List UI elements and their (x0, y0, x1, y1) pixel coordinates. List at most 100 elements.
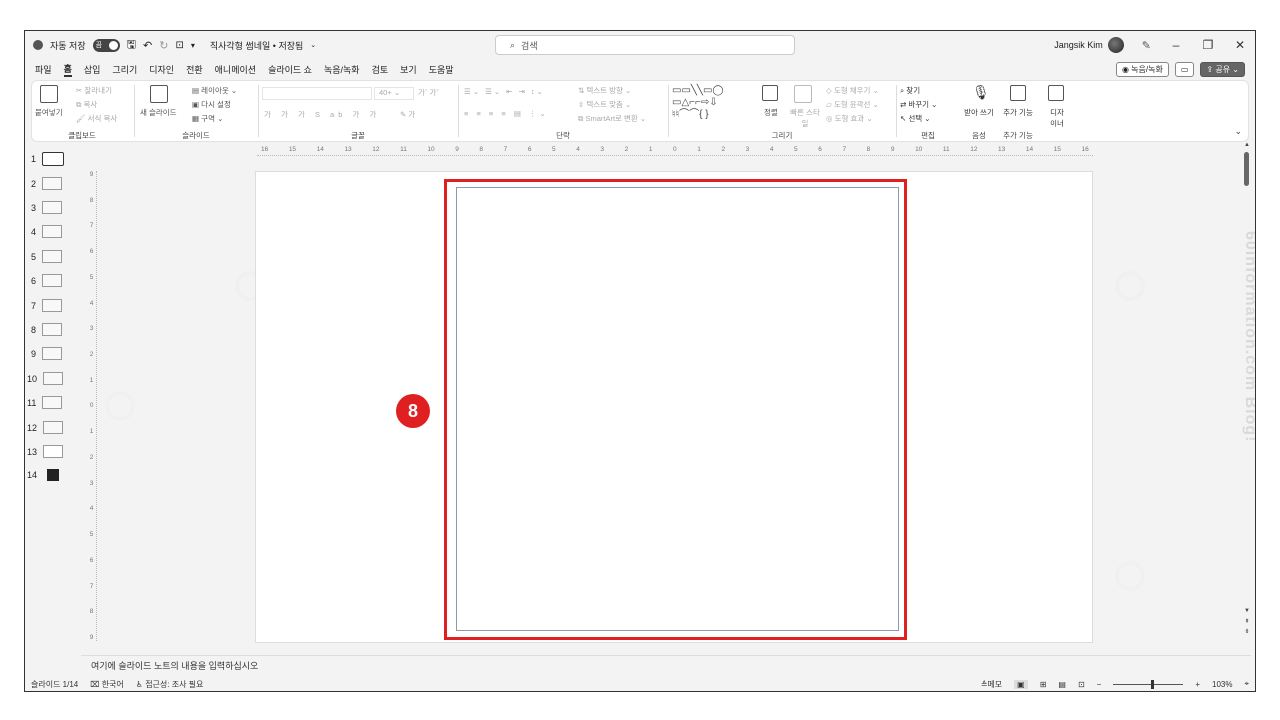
addins-icon[interactable] (1010, 85, 1026, 103)
notes-pane[interactable]: 여기에 슬라이드 노트의 내용을 입력하십시오 (81, 655, 1251, 675)
slide-thumbnail[interactable]: 11 (27, 396, 63, 409)
text-direction-button[interactable]: ⇅ 텍스트 방향 ⌄ (578, 85, 631, 96)
tab-insert[interactable]: 삽입 (84, 63, 101, 76)
reading-view-icon[interactable]: ▤ (1058, 680, 1066, 689)
slide-thumbnail[interactable]: 1 (31, 152, 65, 166)
reset-button[interactable]: ▣ 다시 설정 (192, 99, 231, 110)
slide-thumbnail[interactable]: 8 (31, 323, 63, 336)
font-format-icons[interactable]: 가 가 가 S ab 가 가 (264, 109, 380, 120)
slide-thumbnail[interactable]: 13 (27, 445, 64, 458)
microphone-icon[interactable]: 🎙 (972, 84, 990, 101)
addins-button[interactable]: 추가 기능 (1002, 107, 1034, 118)
font-size-box[interactable]: 40+ ⌄ (374, 87, 414, 100)
cut-button[interactable]: ✂ 잘라내기 (76, 85, 112, 96)
tab-record[interactable]: 녹음/녹화 (324, 63, 360, 76)
format-painter-button[interactable]: 🖌 서식 복사 (76, 113, 117, 124)
layout-button[interactable]: ▤ 레이아웃 ⌄ (192, 85, 237, 96)
next-slide-icon[interactable]: ⇟ (1243, 628, 1251, 635)
slide-thumbnail[interactable]: 14 (27, 469, 60, 481)
avatar[interactable] (1107, 37, 1124, 53)
share-button[interactable]: ⇪ 공유 ⌄ (1200, 62, 1245, 77)
shape-outline-button[interactable]: ▱ 도형 윤곽선 ⌄ (826, 99, 879, 110)
search-input[interactable]: ⌕ 검색 (495, 35, 795, 55)
tab-transitions[interactable]: 전환 (186, 63, 203, 76)
slide-thumbnail[interactable]: 2 (31, 177, 63, 190)
tab-view[interactable]: 보기 (400, 63, 417, 76)
minimize-button[interactable]: – (1169, 38, 1183, 52)
shape-fill-button[interactable]: ◇ 도형 채우기 ⌄ (826, 85, 879, 96)
quick-styles-button[interactable]: 빠른 스타일 (788, 107, 822, 129)
tab-design[interactable]: 디자인 (149, 63, 174, 76)
zoom-in-icon[interactable]: + (1195, 680, 1200, 689)
tab-slideshow[interactable]: 슬라이드 쇼 (268, 63, 312, 76)
slide-sorter-icon[interactable]: ⊞ (1040, 680, 1047, 689)
arrange-button[interactable]: 정렬 (764, 107, 778, 118)
normal-view-icon[interactable]: ▣ (1014, 679, 1028, 689)
quick-styles-icon[interactable] (794, 85, 812, 105)
comments-button[interactable]: ▭ (1174, 62, 1195, 77)
font-name-box[interactable] (262, 87, 372, 100)
accessibility-indicator[interactable]: ♿ 접근성: 조사 필요 (136, 679, 204, 690)
slide-thumbnail[interactable]: 9 (31, 347, 63, 360)
zoom-out-icon[interactable]: − (1097, 680, 1102, 689)
slide-thumbnail[interactable]: 12 (27, 421, 64, 434)
dictate-button[interactable]: 받아 쓰기 (964, 107, 994, 118)
restore-button[interactable]: ❐ (1201, 38, 1215, 52)
shape-effects-button[interactable]: ◎ 도형 효과 ⌄ (826, 113, 873, 124)
user-name[interactable]: Jangsik Kim (1054, 40, 1103, 50)
select-button[interactable]: ↖ 선택 ⌄ (900, 113, 931, 124)
font-grow-icon[interactable]: 가ˆ 가ˇ (418, 87, 439, 98)
record-button[interactable]: ◉ 녹음/녹화 (1115, 62, 1169, 77)
language-indicator[interactable]: ⌧ 한국어 (90, 679, 124, 690)
prev-slide-icon[interactable]: ⇞ (1243, 618, 1251, 625)
scroll-up-icon[interactable]: ▲ (1243, 142, 1251, 148)
section-button[interactable]: ▦ 구역 ⌄ (192, 113, 223, 124)
slide-canvas[interactable]: 8 (255, 171, 1093, 643)
list-icons[interactable]: ☰⌄ ☰⌄ ⇤ ⇥ ↕⌄ (464, 87, 545, 96)
copy-button[interactable]: ⧉ 복사 (76, 99, 97, 110)
slide-thumbnail[interactable]: 4 (31, 225, 63, 238)
doc-title[interactable]: 직사각형 썸네일 • 저장됨 (210, 39, 303, 52)
tab-file[interactable]: 파일 (35, 63, 52, 76)
tab-draw[interactable]: 그리기 (112, 63, 137, 76)
close-button[interactable]: ✕ (1233, 38, 1247, 52)
slide-thumbnail[interactable]: 6 (31, 274, 63, 287)
slideshow-icon[interactable]: ⊡ (1078, 680, 1085, 689)
zoom-level[interactable]: 103% (1212, 680, 1232, 689)
collapse-ribbon-icon[interactable]: ⌄ (1234, 126, 1242, 137)
slide-thumbnail[interactable]: 5 (31, 250, 63, 263)
find-button[interactable]: ⌕ 찾기 (900, 85, 920, 96)
align-text-button[interactable]: ⇳ 텍스트 맞춤 ⌄ (578, 99, 631, 110)
paste-icon[interactable] (40, 85, 58, 105)
fit-to-window-icon[interactable]: ⌖ (1244, 679, 1249, 689)
new-slide-button[interactable]: 새 슬라이드 (140, 107, 177, 118)
notes-button[interactable]: ≙메모 (981, 679, 1002, 690)
font-color-icon[interactable]: ✎ 가 (400, 109, 415, 120)
tab-home[interactable]: 홈 (63, 62, 72, 77)
scroll-down-icon[interactable]: ▼ (1243, 608, 1251, 614)
replace-button[interactable]: ⇄ 바꾸기 ⌄ (900, 99, 937, 110)
new-slide-icon[interactable] (150, 85, 168, 105)
smartart-button[interactable]: ⧉ SmartArt로 변환 ⌄ (578, 113, 646, 124)
slide-thumbnail[interactable]: 10 (27, 372, 64, 385)
tab-animations[interactable]: 애니메이션 (215, 63, 256, 76)
redo-icon[interactable]: ↻ (159, 39, 168, 52)
pen-icon[interactable]: ✎ (1142, 39, 1151, 52)
slide-thumbnail[interactable]: 7 (31, 299, 63, 312)
shapes-gallery[interactable]: ▭▭╲╲▭◯ ▭△⌐⌐⇨⇩ ♮♮⌒⌒{ } (672, 85, 724, 121)
chevron-down-icon[interactable]: ⌄ (310, 41, 316, 49)
zoom-slider[interactable] (1113, 679, 1184, 689)
tab-help[interactable]: 도움말 (429, 63, 454, 76)
paste-button[interactable]: 붙여넣기 (35, 107, 63, 118)
autosave-toggle[interactable]: 끔 (92, 38, 120, 52)
undo-icon[interactable]: ↶ (143, 39, 152, 52)
present-icon[interactable]: ⊡ (175, 40, 183, 51)
tab-review[interactable]: 검토 (372, 63, 389, 76)
slide-thumbnail[interactable]: 3 (31, 201, 63, 214)
arrange-icon[interactable] (762, 85, 778, 103)
save-icon[interactable]: 🖫 (127, 36, 136, 55)
designer-button[interactable]: 디자 이너 (1046, 107, 1068, 129)
scrollbar-thumb[interactable] (1244, 152, 1249, 186)
align-icons[interactable]: ≡ ≡ ≡ ≡ ▤ ⋮⌄ (464, 109, 549, 118)
customize-qat-icon[interactable]: ▾ (191, 41, 195, 50)
